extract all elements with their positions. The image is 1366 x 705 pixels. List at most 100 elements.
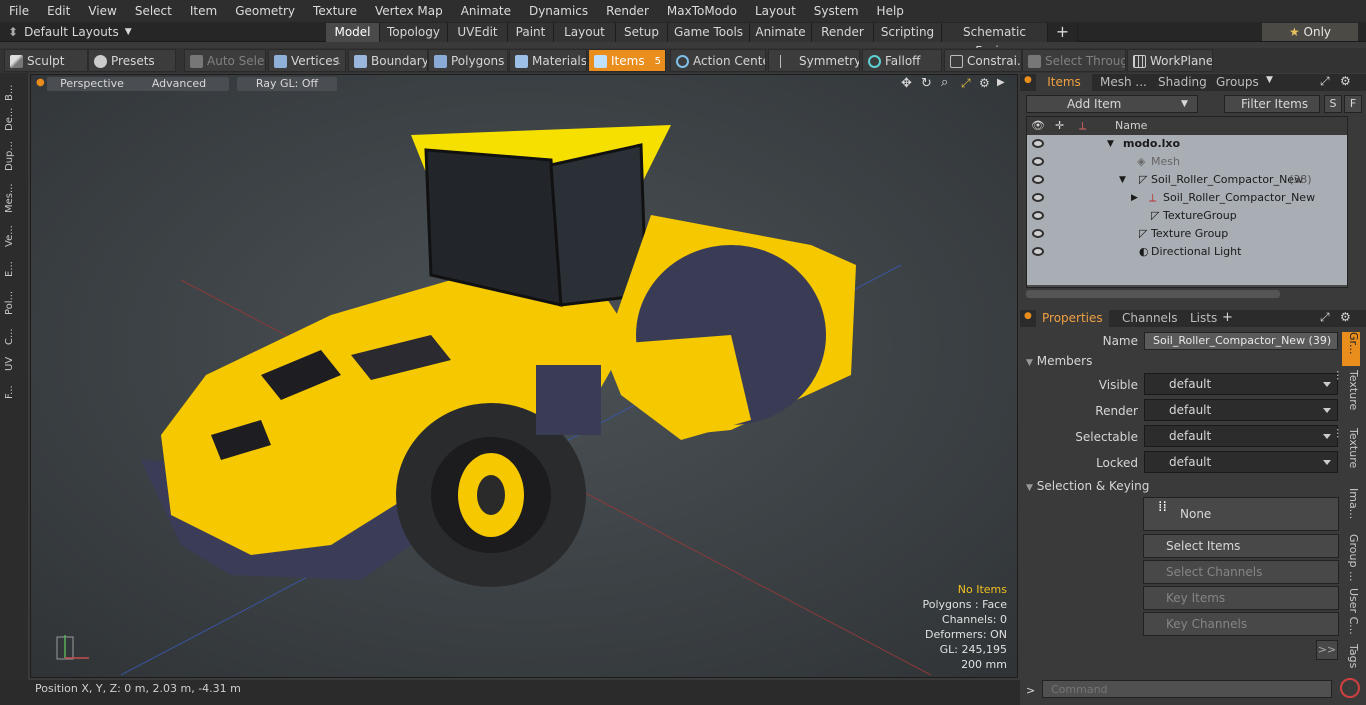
selection-keying-section[interactable]: ▼ Selection & Keying bbox=[1026, 479, 1342, 495]
filter-items-field[interactable]: Filter Items bbox=[1224, 95, 1320, 113]
tab-setup[interactable]: Setup bbox=[616, 23, 668, 42]
3d-viewport[interactable]: ● Perspective Advanced Ray GL: Off ✥ ↻ ⌕… bbox=[30, 74, 1018, 678]
command-input[interactable] bbox=[1042, 680, 1332, 698]
side-tab-texture-1[interactable]: Texture ... bbox=[1334, 370, 1360, 422]
workplane-button[interactable]: WorkPlane bbox=[1127, 49, 1213, 72]
name-field[interactable]: Soil_Roller_Compactor_New (39) bbox=[1144, 332, 1338, 350]
perspective-button[interactable]: Perspective bbox=[47, 77, 137, 91]
tab-layout[interactable]: Layout bbox=[554, 23, 616, 42]
tab-items[interactable]: Items bbox=[1036, 74, 1092, 91]
left-tab-1[interactable]: B... bbox=[4, 77, 22, 101]
menu-maxtomodo[interactable]: MaxToModo bbox=[658, 0, 746, 22]
list-item[interactable]: ◸ TextureGroup bbox=[1027, 207, 1347, 225]
left-tab-8[interactable]: C... bbox=[4, 321, 22, 345]
menu-geometry[interactable]: Geometry bbox=[226, 0, 304, 22]
items-button[interactable]: Items 5 bbox=[588, 49, 666, 72]
tab-groups[interactable]: Groups bbox=[1210, 74, 1265, 91]
selectable-dropdown[interactable]: default bbox=[1144, 425, 1338, 447]
locked-dropdown[interactable]: default bbox=[1144, 451, 1338, 473]
fit-icon[interactable]: ⤢ bbox=[961, 76, 971, 91]
tab-game-tools[interactable]: Game Tools bbox=[668, 23, 750, 42]
record-icon[interactable] bbox=[1340, 678, 1360, 698]
tab-render[interactable]: Render bbox=[812, 23, 874, 42]
menu-dynamics[interactable]: Dynamics bbox=[520, 0, 597, 22]
menu-layout[interactable]: Layout bbox=[746, 0, 805, 22]
eye-icon[interactable] bbox=[1032, 229, 1044, 238]
menu-item[interactable]: Item bbox=[181, 0, 226, 22]
tab-properties[interactable]: Properties bbox=[1036, 310, 1109, 327]
tab-uvedit[interactable]: UVEdit bbox=[448, 23, 508, 42]
presets-button[interactable]: Presets bbox=[88, 49, 176, 72]
menu-animate[interactable]: Animate bbox=[452, 0, 520, 22]
tab-shading[interactable]: Shading bbox=[1152, 74, 1213, 91]
eye-icon[interactable] bbox=[1032, 175, 1044, 184]
list-item[interactable]: ◸ Texture Group bbox=[1027, 225, 1347, 243]
panel-dot-icon[interactable]: ● bbox=[1024, 311, 1032, 321]
select-through-button[interactable]: Select Through bbox=[1022, 49, 1126, 72]
panel-dot-icon[interactable]: ● bbox=[1024, 75, 1032, 85]
left-tab-5[interactable]: Ve... bbox=[4, 219, 22, 247]
add-tab-icon[interactable]: + bbox=[1222, 310, 1233, 325]
collapse-icon[interactable]: ▶ bbox=[1131, 189, 1138, 207]
menu-select[interactable]: Select bbox=[126, 0, 181, 22]
item-list-scrollbar[interactable] bbox=[1026, 290, 1280, 298]
move-icon[interactable]: ✥ bbox=[901, 76, 912, 91]
list-item[interactable]: ▼ modo.lxo bbox=[1027, 135, 1347, 153]
layout-selector[interactable]: ⬍ Default Layouts ▼ bbox=[8, 22, 132, 42]
advanced-button[interactable]: Advanced bbox=[129, 77, 229, 91]
panel-gear-icon[interactable]: ⚙ bbox=[1340, 74, 1351, 88]
left-tab-10[interactable]: F... bbox=[4, 375, 22, 399]
add-item-button[interactable]: Add Item ▼ bbox=[1026, 95, 1198, 113]
more-button[interactable]: >> bbox=[1316, 640, 1338, 660]
tab-channels[interactable]: Channels bbox=[1116, 310, 1184, 327]
gear-icon[interactable]: ⚙ bbox=[979, 76, 990, 90]
key-channels-button[interactable]: Key Channels bbox=[1143, 612, 1339, 636]
tab-lists[interactable]: Lists bbox=[1184, 310, 1223, 327]
key-items-button[interactable]: Key Items bbox=[1143, 586, 1339, 610]
menu-system[interactable]: System bbox=[805, 0, 868, 22]
menu-vertex-map[interactable]: Vertex Map bbox=[366, 0, 452, 22]
menu-help[interactable]: Help bbox=[868, 0, 913, 22]
play-icon[interactable]: ▶ bbox=[997, 77, 1005, 88]
list-item[interactable]: ▼ ◸ Soil_Roller_Compactor_New (38) bbox=[1027, 171, 1347, 189]
none-button[interactable]: ⁞⁞ None bbox=[1143, 497, 1339, 531]
tabs-more-icon[interactable]: ▼ bbox=[1266, 75, 1273, 85]
left-tab-6[interactable]: E... bbox=[4, 253, 22, 277]
add-tab-icon[interactable]: + bbox=[1048, 23, 1078, 42]
filter-s-button[interactable]: S bbox=[1324, 95, 1342, 113]
eye-icon[interactable] bbox=[1032, 211, 1044, 220]
action-center-button[interactable]: Action Center bbox=[670, 49, 766, 72]
list-item[interactable]: ◐ Directional Light bbox=[1027, 243, 1347, 261]
polygons-button[interactable]: Polygons bbox=[428, 49, 508, 72]
falloff-button[interactable]: Falloff bbox=[862, 49, 942, 72]
menu-view[interactable]: View bbox=[79, 0, 125, 22]
only-button[interactable]: ★ Only bbox=[1262, 23, 1358, 41]
auto-select-button[interactable]: Auto Select bbox=[184, 49, 266, 72]
side-tab-user-channels[interactable]: User C... bbox=[1342, 588, 1360, 640]
side-tab-texture-2[interactable]: Texture ... bbox=[1334, 428, 1360, 482]
list-item[interactable]: ▶ ⟂ Soil_Roller_Compactor_New bbox=[1027, 189, 1347, 207]
vertices-button[interactable]: Vertices 1 bbox=[268, 49, 346, 72]
menu-edit[interactable]: Edit bbox=[38, 0, 79, 22]
left-tab-9[interactable]: UV bbox=[4, 349, 22, 371]
eye-icon[interactable] bbox=[1032, 139, 1044, 148]
sculpt-button[interactable]: Sculpt bbox=[4, 49, 88, 72]
tab-paint[interactable]: Paint bbox=[508, 23, 554, 42]
menu-render[interactable]: Render bbox=[597, 0, 658, 22]
filter-f-button[interactable]: F bbox=[1344, 95, 1362, 113]
side-tab-tags[interactable]: Tags bbox=[1342, 644, 1360, 674]
tab-scripting[interactable]: Scripting bbox=[874, 23, 942, 42]
select-items-button[interactable]: Select Items bbox=[1143, 534, 1339, 558]
viewport-dot-icon[interactable]: ● bbox=[36, 77, 45, 88]
tab-animate[interactable]: Animate bbox=[750, 23, 812, 42]
side-tab-group[interactable]: Gr... bbox=[1342, 332, 1360, 366]
eye-icon[interactable] bbox=[1032, 157, 1044, 166]
menu-texture[interactable]: Texture bbox=[304, 0, 366, 22]
expand-icon[interactable]: ⤢ bbox=[1320, 310, 1330, 325]
tab-model[interactable]: Model bbox=[326, 23, 380, 42]
expand-icon[interactable]: ▼ bbox=[1119, 171, 1126, 189]
boundary-button[interactable]: Boundary bbox=[348, 49, 428, 72]
left-tab-4[interactable]: Mes... bbox=[4, 177, 22, 213]
left-tab-7[interactable]: Pol... bbox=[4, 281, 22, 315]
constraints-button[interactable]: Constrai... bbox=[944, 49, 1022, 72]
